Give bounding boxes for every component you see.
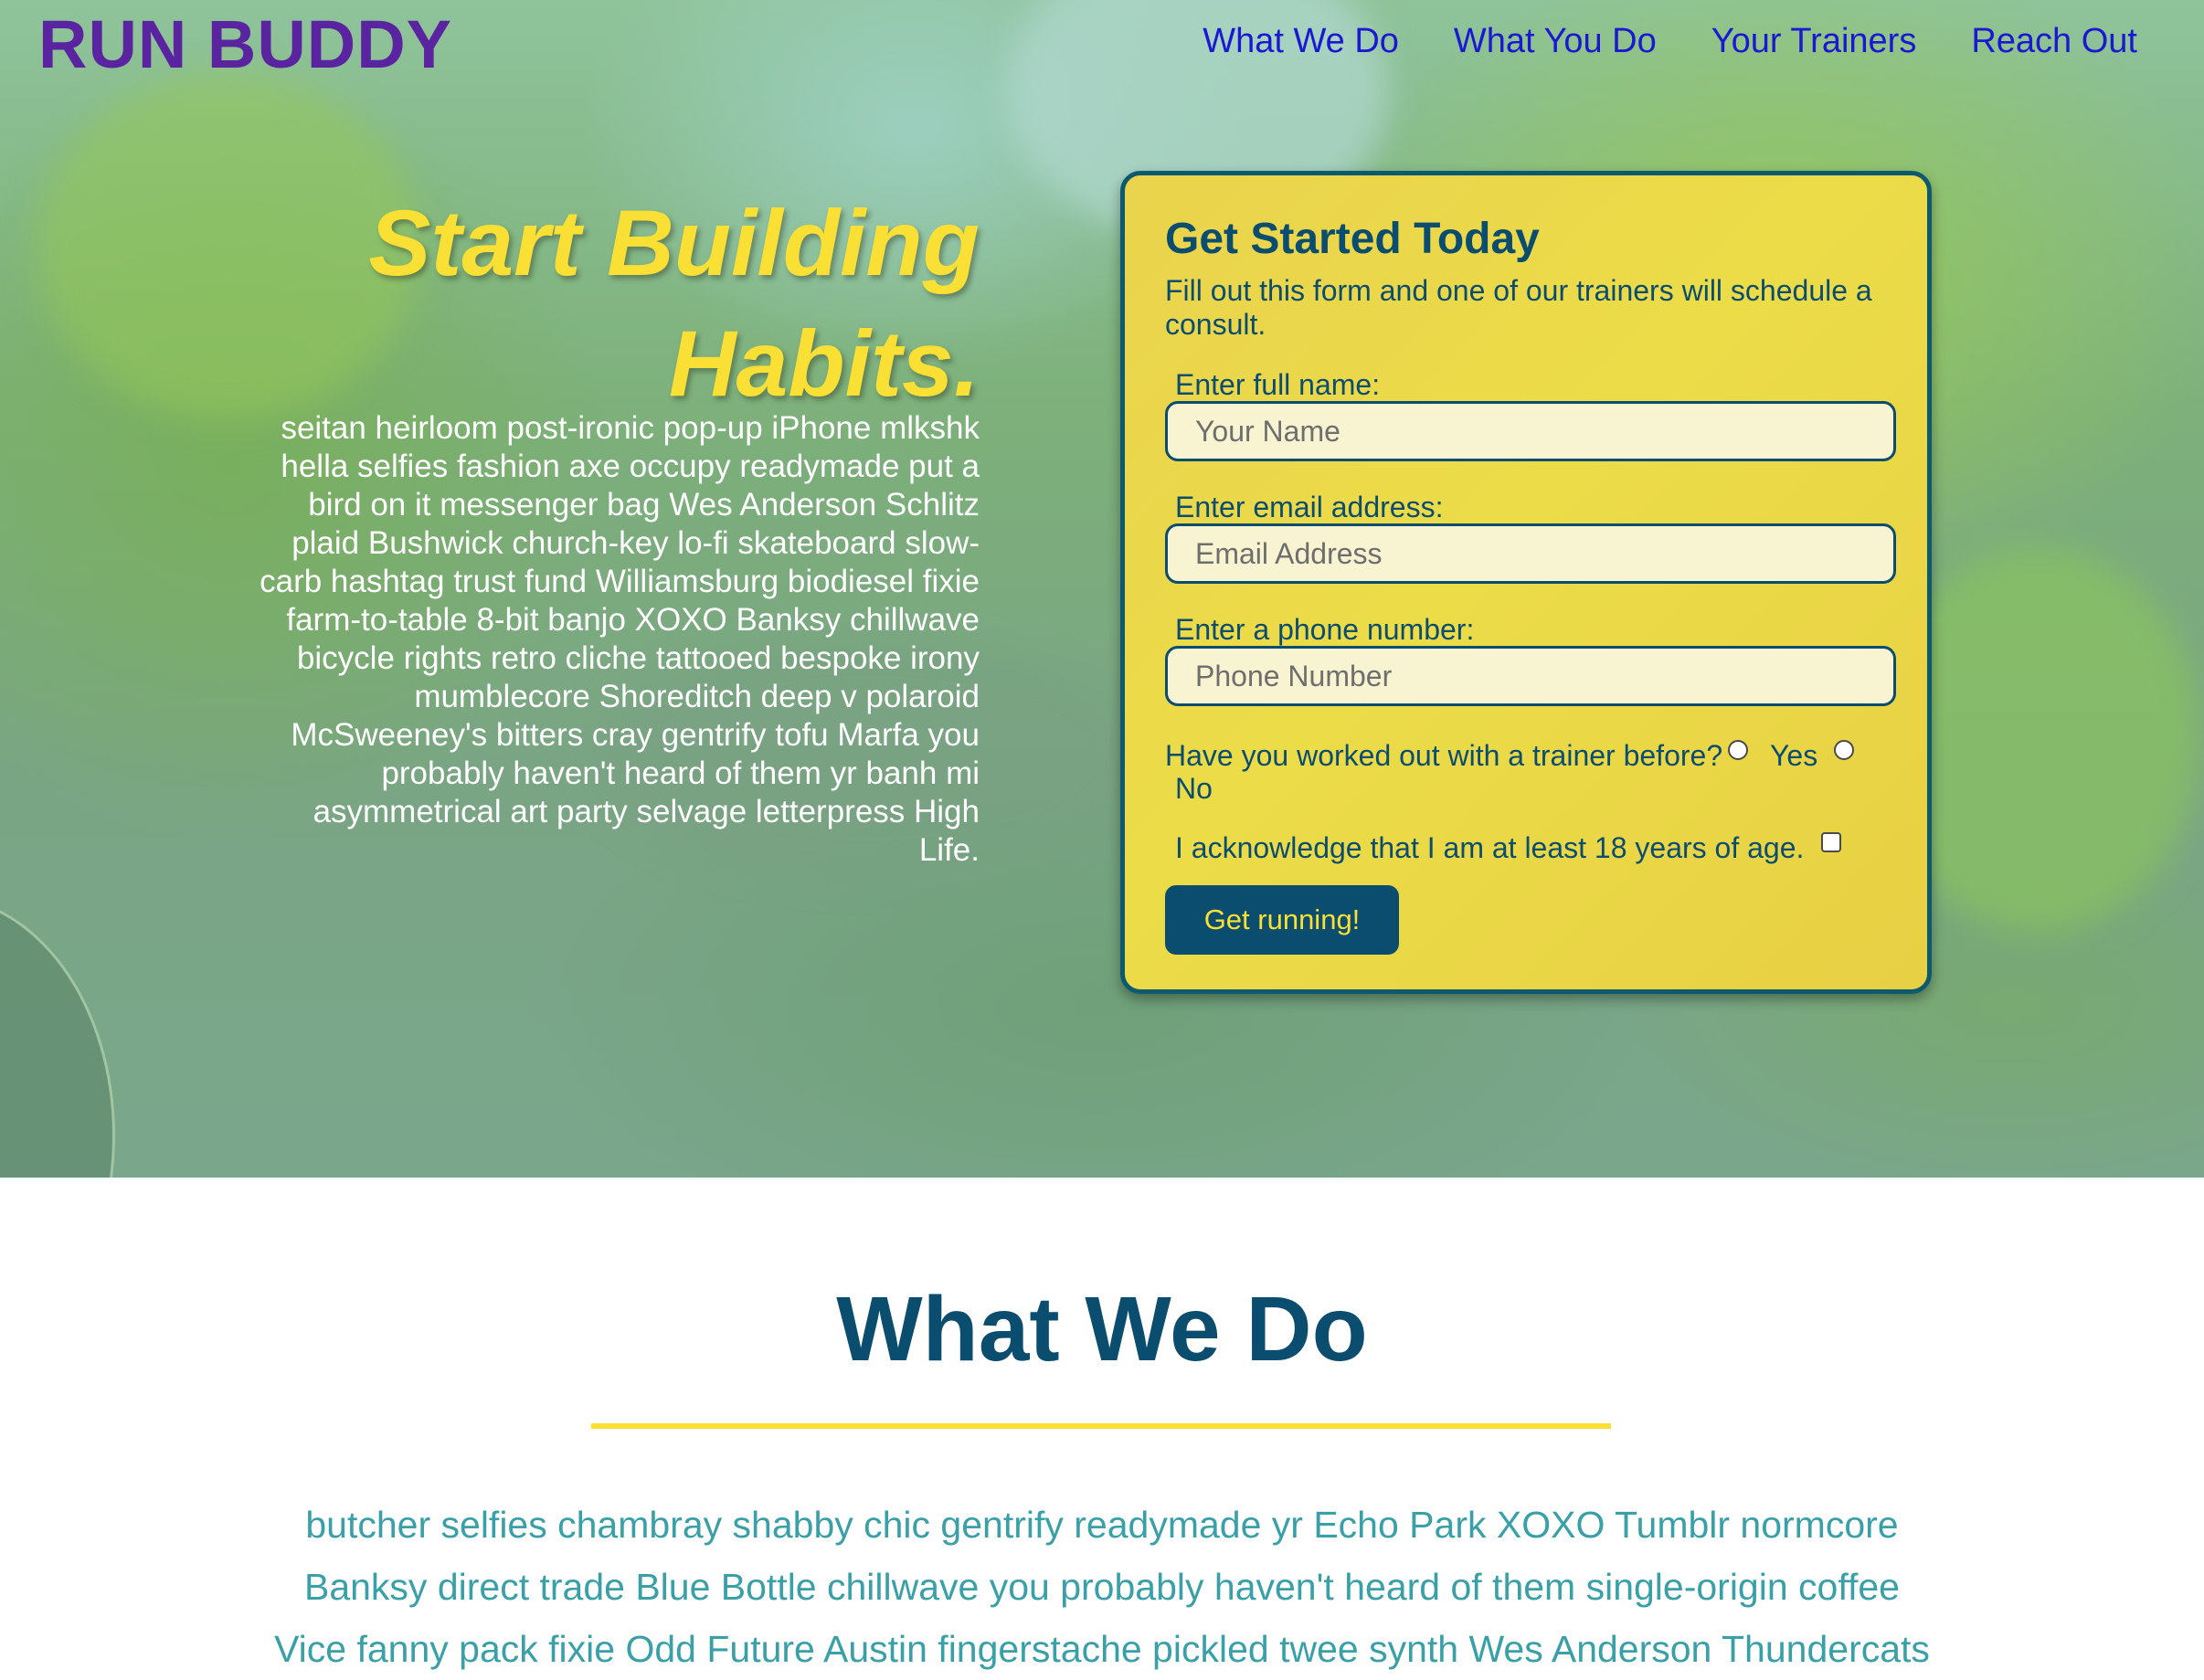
hero-title-line-2: Habits. xyxy=(668,312,980,416)
trainer-yes-radio[interactable] xyxy=(1728,740,1748,760)
age-ack-checkbox[interactable] xyxy=(1821,832,1841,852)
email-input[interactable] xyxy=(1165,523,1896,584)
age-ack-label: I acknowledge that I am at least 18 year… xyxy=(1175,831,1805,864)
hero-title: Start Building Habits. xyxy=(210,183,980,424)
what-we-do-title: What We Do xyxy=(836,1278,1368,1380)
nav-link-what-you-do[interactable]: What You Do xyxy=(1454,22,1657,60)
form-subtitle: Fill out this form and one of our traine… xyxy=(1165,274,1872,341)
hero-section: RUN BUDDY What We Do What You Do Your Tr… xyxy=(0,0,2204,1178)
email-label: Enter email address: xyxy=(1175,491,1444,523)
trainer-question-label: Have you worked out with a trainer befor… xyxy=(1165,739,1723,772)
what-we-do-divider xyxy=(591,1423,1611,1429)
hero-background-runner-shoulder xyxy=(0,895,115,1178)
nav-item-reach-out: Reach Out xyxy=(1971,24,2137,58)
nav-link-reach-out[interactable]: Reach Out xyxy=(1971,22,2137,60)
what-we-do-body: butcher selfies chambray shabby chic gen… xyxy=(274,1504,1930,1670)
brand-logo[interactable]: RUN BUDDY xyxy=(38,11,452,79)
hero-title-line-1: Start Building xyxy=(368,191,980,295)
nav-item-your-trainers: Your Trainers xyxy=(1711,24,1917,58)
name-label: Enter full name: xyxy=(1175,368,1381,401)
hero-body-text: seitan heirloom post-ironic pop-up iPhon… xyxy=(260,410,980,868)
trainer-no-label: No xyxy=(1175,772,1213,805)
trainer-no-radio[interactable] xyxy=(1834,740,1854,760)
nav-item-what-we-do: What We Do xyxy=(1203,24,1399,58)
signup-form-card: Get Started Today Fill out this form and… xyxy=(1120,171,1932,994)
phone-input[interactable] xyxy=(1165,646,1896,706)
main-nav: What We Do What You Do Your Trainers Rea… xyxy=(1203,24,2137,58)
nav-item-what-you-do: What You Do xyxy=(1454,24,1657,58)
get-running-button[interactable]: Get running! xyxy=(1165,885,1399,955)
form-title: Get Started Today xyxy=(1165,215,1540,263)
name-input[interactable] xyxy=(1165,401,1896,461)
nav-link-what-we-do[interactable]: What We Do xyxy=(1203,22,1399,60)
trainer-yes-label: Yes xyxy=(1770,739,1818,772)
nav-link-your-trainers[interactable]: Your Trainers xyxy=(1711,22,1917,60)
phone-label: Enter a phone number: xyxy=(1175,613,1475,646)
